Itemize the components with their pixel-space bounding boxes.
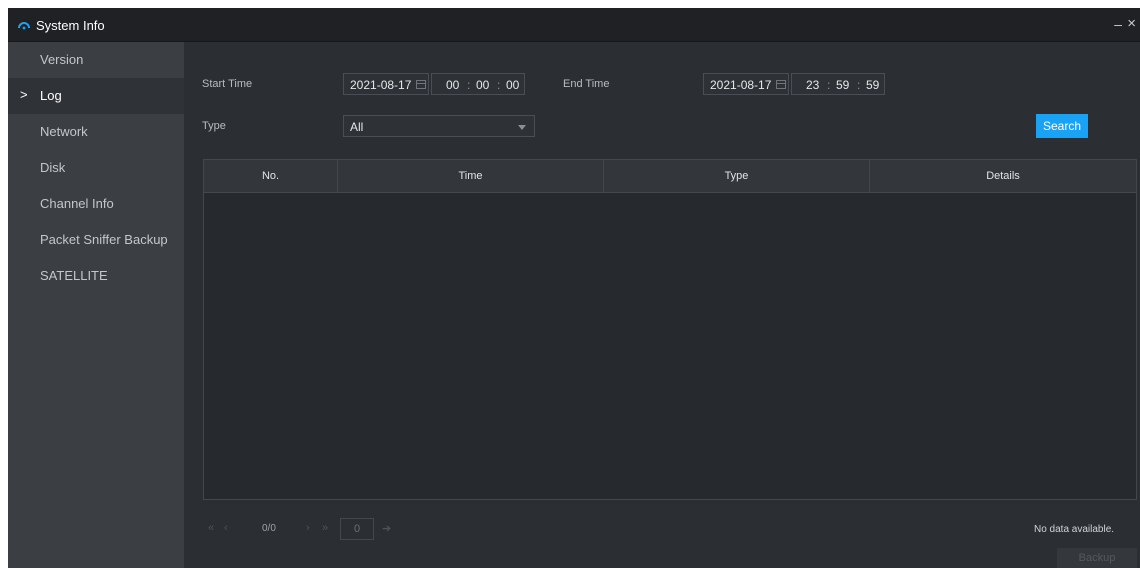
- sidebar-item-channel-info[interactable]: Channel Info: [8, 186, 184, 222]
- sidebar-item-label: Disk: [40, 160, 66, 175]
- table-header: No. Time Type Details: [204, 160, 1136, 193]
- sidebar-item-label: SATELLITE: [40, 268, 108, 283]
- end-time-input[interactable]: 23 : 59 : 59: [791, 73, 885, 95]
- title-bar: System Info – ×: [8, 8, 1140, 42]
- start-time-input[interactable]: 00 : 00 : 00: [431, 73, 525, 95]
- sidebar-item-disk[interactable]: Disk: [8, 150, 184, 186]
- calendar-icon: [416, 80, 426, 89]
- type-label: Type: [202, 120, 226, 132]
- sidebar-item-label: Packet Sniffer Backup: [40, 232, 168, 247]
- end-time-label: End Time: [563, 78, 610, 90]
- sidebar-item-label: Channel Info: [40, 196, 114, 211]
- sidebar-item-version[interactable]: Version: [8, 42, 184, 78]
- sidebar-item-network[interactable]: Network: [8, 114, 184, 150]
- end-date-picker[interactable]: 2021-08-17: [703, 73, 789, 95]
- page-number-input[interactable]: 0: [340, 518, 374, 540]
- end-second: 59: [866, 78, 880, 92]
- sidebar: Version > Log Network Disk Channel Info …: [8, 42, 184, 568]
- prev-page-button[interactable]: ‹: [224, 522, 228, 534]
- system-info-window: System Info – × Version > Log Network Di…: [8, 8, 1140, 568]
- sidebar-item-log[interactable]: > Log: [8, 78, 184, 114]
- start-date-picker[interactable]: 2021-08-17: [343, 73, 429, 95]
- column-header-time[interactable]: Time: [338, 160, 604, 193]
- search-button[interactable]: Search: [1036, 114, 1088, 138]
- end-hour: 23: [806, 78, 820, 92]
- column-header-details[interactable]: Details: [870, 160, 1136, 193]
- chevron-right-icon: >: [20, 87, 28, 102]
- type-select[interactable]: All: [343, 115, 535, 137]
- end-date-value: 2021-08-17: [710, 78, 772, 92]
- log-table: No. Time Type Details: [203, 159, 1137, 500]
- start-date-value: 2021-08-17: [350, 78, 412, 92]
- time-separator: :: [857, 78, 861, 92]
- no-data-message: No data available.: [1034, 524, 1115, 535]
- backup-button[interactable]: Backup: [1057, 548, 1137, 568]
- first-page-button[interactable]: «: [208, 522, 214, 534]
- time-separator: :: [497, 78, 501, 92]
- time-separator: :: [467, 78, 471, 92]
- start-second: 00: [506, 78, 520, 92]
- close-button[interactable]: ×: [1127, 15, 1136, 32]
- calendar-icon: [776, 80, 786, 89]
- start-hour: 00: [446, 78, 460, 92]
- sidebar-item-label: Version: [40, 52, 84, 67]
- next-page-button[interactable]: ›: [306, 522, 310, 534]
- start-minute: 00: [476, 78, 490, 92]
- chevron-down-icon: [518, 125, 526, 130]
- sidebar-item-satellite[interactable]: SATELLITE: [8, 258, 184, 294]
- window-title: System Info: [36, 18, 105, 33]
- sidebar-item-packet-sniffer-backup[interactable]: Packet Sniffer Backup: [8, 222, 184, 258]
- log-panel: Start Time 2021-08-17 00 : 00 : 00 End T…: [184, 42, 1140, 568]
- page-count: 0/0: [262, 523, 276, 534]
- minimize-button[interactable]: –: [1114, 16, 1122, 32]
- column-header-no[interactable]: No.: [204, 160, 338, 193]
- sidebar-item-label: Network: [40, 124, 88, 139]
- type-select-value: All: [350, 120, 364, 134]
- app-logo-icon: [18, 22, 30, 30]
- column-header-type[interactable]: Type: [604, 160, 870, 193]
- sidebar-item-label: Log: [40, 88, 62, 103]
- end-minute: 59: [836, 78, 850, 92]
- last-page-button[interactable]: »: [322, 522, 328, 534]
- go-arrow-icon[interactable]: ➔: [382, 522, 391, 535]
- time-separator: :: [827, 78, 831, 92]
- start-time-label: Start Time: [202, 78, 253, 90]
